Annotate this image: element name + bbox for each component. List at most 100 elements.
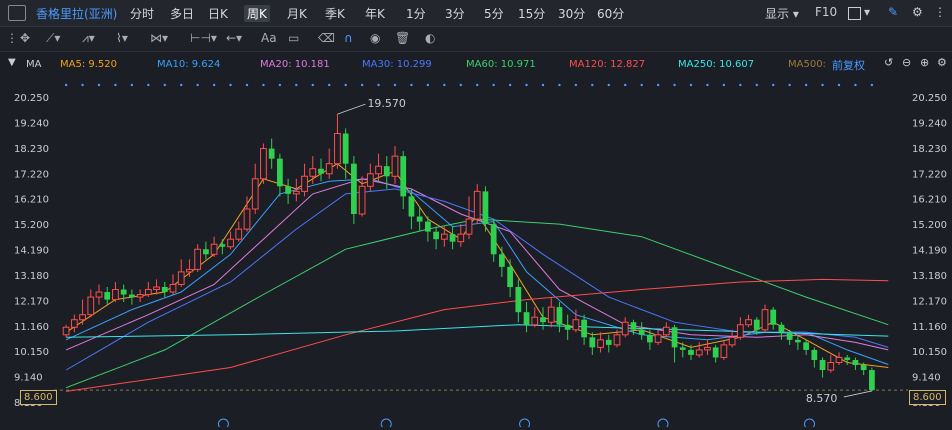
candle-body: [70, 319, 78, 328]
candle-body: [811, 349, 818, 360]
candle-body: [613, 334, 621, 346]
toggle-icon[interactable]: ◐: [425, 31, 435, 45]
candle-body: [605, 339, 612, 345]
tf-3min[interactable]: 3分: [445, 5, 465, 22]
event-marker: [492, 83, 495, 87]
event-marker: [344, 83, 347, 87]
ma500-label: MA500:: [788, 59, 826, 70]
tf-duori[interactable]: 多日: [170, 5, 194, 22]
wave-icon[interactable]: ⌇▾: [116, 31, 128, 45]
candle-body: [564, 324, 571, 330]
event-marker: [640, 83, 643, 87]
tf-1min[interactable]: 1分: [406, 5, 426, 22]
event-marker: [656, 83, 660, 87]
candle-body: [531, 316, 539, 326]
collapse-chevron-icon[interactable]: ▼: [8, 57, 16, 68]
layout-checkbox[interactable]: [848, 7, 861, 20]
event-marker: [196, 83, 199, 87]
tf-30min[interactable]: 30分: [558, 5, 585, 22]
candle-body: [695, 349, 703, 356]
candle-body: [728, 336, 736, 346]
price-axis-right-label: 17.220: [912, 169, 947, 180]
fib-icon[interactable]: ⋈▾: [150, 31, 168, 45]
candle-body: [795, 339, 801, 343]
event-marker: [212, 83, 216, 87]
draw-pen-icon[interactable]: ✎: [888, 5, 898, 19]
toolbar-grip-icon: ⋮: [6, 31, 18, 45]
tf-60min[interactable]: 60分: [597, 5, 624, 22]
candle-body: [556, 307, 563, 325]
event-badge-icon: [519, 418, 531, 430]
tf-week[interactable]: 周K: [244, 5, 270, 22]
kline-svg[interactable]: 20.250 20.250 19.240 19.240 18.230 18.230 17.2…: [0, 74, 952, 430]
zoom-in-icon[interactable]: ⊕: [920, 56, 929, 69]
candle-body: [301, 175, 308, 192]
settings-icon[interactable]: ⚙: [912, 5, 923, 19]
chart-settings-icon[interactable]: ⚙: [937, 56, 947, 69]
event-marker: [426, 83, 430, 87]
candle-body: [277, 158, 283, 187]
candle-body: [186, 268, 193, 273]
event-marker: [574, 83, 578, 87]
event-marker: [804, 83, 808, 87]
arrow-icon[interactable]: ←▾: [226, 31, 242, 45]
chevron-down-icon[interactable]: ▾: [864, 5, 870, 19]
candle-body: [318, 168, 324, 174]
candle-body: [433, 231, 439, 240]
tf-month[interactable]: 月K: [287, 5, 307, 22]
tf-year[interactable]: 年K: [365, 5, 385, 22]
ma20-label: MA20: 10.181: [260, 59, 330, 70]
candle-body: [268, 148, 275, 159]
chart-icon[interactable]: [8, 5, 26, 21]
tf-5min[interactable]: 5分: [484, 5, 504, 22]
crosshair-icon[interactable]: ✥: [20, 31, 30, 45]
adjust-button[interactable]: 前复权: [832, 57, 865, 73]
price-axis-right-label: 12.170: [912, 296, 947, 307]
tf-quarter[interactable]: 季K: [325, 5, 345, 22]
candle-body: [309, 168, 317, 177]
candle-body: [425, 221, 431, 232]
event-marker: [147, 83, 150, 87]
reset-icon[interactable]: ↺: [884, 56, 893, 69]
candle-body: [408, 196, 415, 217]
eraser-icon[interactable]: ⌫: [318, 31, 335, 45]
more-icon[interactable]: ⋮: [934, 5, 946, 19]
magnet-icon[interactable]: ∩: [344, 31, 353, 45]
event-marker: [607, 83, 610, 87]
max-price-label: 19.570: [367, 97, 406, 110]
eye-icon[interactable]: ◉: [370, 31, 380, 45]
event-marker: [788, 83, 791, 87]
candle-body: [342, 133, 349, 164]
trash-icon[interactable]: 🗑: [395, 31, 410, 45]
indicator-name[interactable]: MA: [26, 59, 41, 70]
tf-day[interactable]: 日K: [208, 5, 228, 22]
note-icon[interactable]: ▭: [288, 31, 299, 45]
candle-body: [235, 228, 243, 240]
candle-body: [177, 271, 185, 285]
event-marker: [837, 83, 841, 87]
f10-button[interactable]: F10: [815, 5, 837, 19]
zoom-out-icon[interactable]: ⊖: [902, 56, 911, 69]
event-marker: [328, 83, 331, 87]
display-dropdown[interactable]: 显示 ▾: [765, 5, 799, 22]
candle-body: [440, 233, 448, 240]
candle-body: [844, 357, 851, 360]
price-axis-left-label: 13.180: [14, 271, 49, 282]
candle-body: [334, 132, 341, 165]
price-axis-right-label: 15.200: [912, 220, 947, 231]
price-axis-left-label: 9.140: [14, 373, 43, 384]
tf-fenshi[interactable]: 分时: [130, 5, 154, 22]
range-icon[interactable]: ⊢⊣▾: [190, 31, 217, 45]
tf-15min[interactable]: 15分: [518, 5, 545, 22]
stock-name[interactable]: 香格里拉(亚洲): [36, 5, 117, 22]
kline-chart[interactable]: 20.250 20.250 19.240 19.240 18.230 18.230 17.2…: [0, 74, 952, 430]
trendline-icon[interactable]: ⟋▾: [46, 31, 60, 46]
channel-icon[interactable]: ⩘▾: [82, 31, 95, 46]
price-axis-left-label: 18.230: [14, 144, 49, 155]
event-badge-icon: [217, 418, 229, 430]
candle-body: [736, 324, 744, 338]
candle-body: [597, 339, 604, 348]
price-axis-right-label: 18.230: [912, 144, 947, 155]
candle-body: [120, 289, 127, 295]
text-tool[interactable]: Aa: [261, 31, 277, 45]
